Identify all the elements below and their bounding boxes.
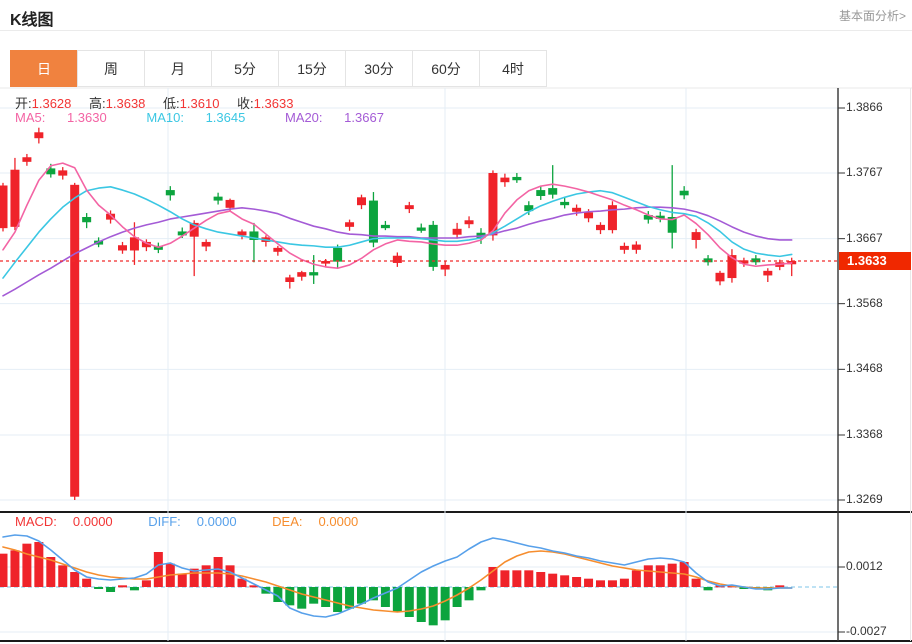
close-label: 收:	[237, 96, 254, 111]
tab-month[interactable]: 月	[144, 50, 212, 87]
ma20-legend: MA20: 1.3667	[284, 110, 384, 125]
open-label: 开:	[15, 96, 32, 111]
diff-value-legend: DIFF: 0.0000	[148, 514, 237, 529]
axis-tick-label: 0.0012	[846, 559, 883, 573]
ma-legend: MA5: 1.3630 MA10: 1.3645 MA20: 1.3667	[15, 110, 420, 125]
high-label: 高:	[89, 96, 106, 111]
close-value: 1.3633	[253, 96, 294, 111]
macd-value-legend: MACD: 0.0000	[15, 514, 113, 529]
tab-4hour[interactable]: 4时	[479, 50, 547, 87]
axis-tick-label: -0.0027	[846, 624, 887, 638]
page-title: K线图	[10, 12, 54, 29]
axis-tick-label: 1.3269	[846, 491, 883, 506]
low-label: 低:	[163, 96, 180, 111]
high-value: 1.3638	[105, 96, 146, 111]
ma5-legend: MA5: 1.3630	[15, 110, 107, 125]
axis-tick-label: 1.3866	[846, 100, 883, 114]
current-price-badge: 1.3633	[839, 251, 911, 270]
tab-15min[interactable]: 15分	[278, 50, 346, 87]
axis-tick-label: 1.3667	[846, 230, 883, 245]
axis-tick-label: 1.3368	[846, 426, 883, 441]
dea-value-legend: DEA: 0.0000	[272, 514, 359, 529]
tab-60min[interactable]: 60分	[412, 50, 480, 87]
tab-5min[interactable]: 5分	[211, 50, 279, 87]
fundamental-analysis-link[interactable]: 基本面分析>	[839, 7, 906, 24]
kline-widget: K线图 基本面分析> 日 周 月 5分 15分 30分 60分 4时 开:1.3…	[0, 0, 912, 644]
tab-day[interactable]: 日	[10, 50, 78, 87]
period-tabs: 日 周 月 5分 15分 30分 60分 4时	[10, 50, 547, 87]
open-value: 1.3628	[31, 96, 72, 111]
axis-tick-label: 1.3468	[846, 361, 883, 376]
tab-week[interactable]: 周	[77, 50, 145, 87]
axis-tick-label: 1.3767	[846, 165, 883, 179]
low-value: 1.3610	[179, 96, 220, 111]
axis-tick-label: 1.3568	[846, 295, 883, 310]
macd-legend: MACD: 0.0000 DIFF: 0.0000 DEA: 0.0000	[15, 514, 390, 529]
tab-30min[interactable]: 30分	[345, 50, 413, 87]
ma10-legend: MA10: 1.3645	[146, 110, 246, 125]
title-divider	[0, 30, 912, 31]
